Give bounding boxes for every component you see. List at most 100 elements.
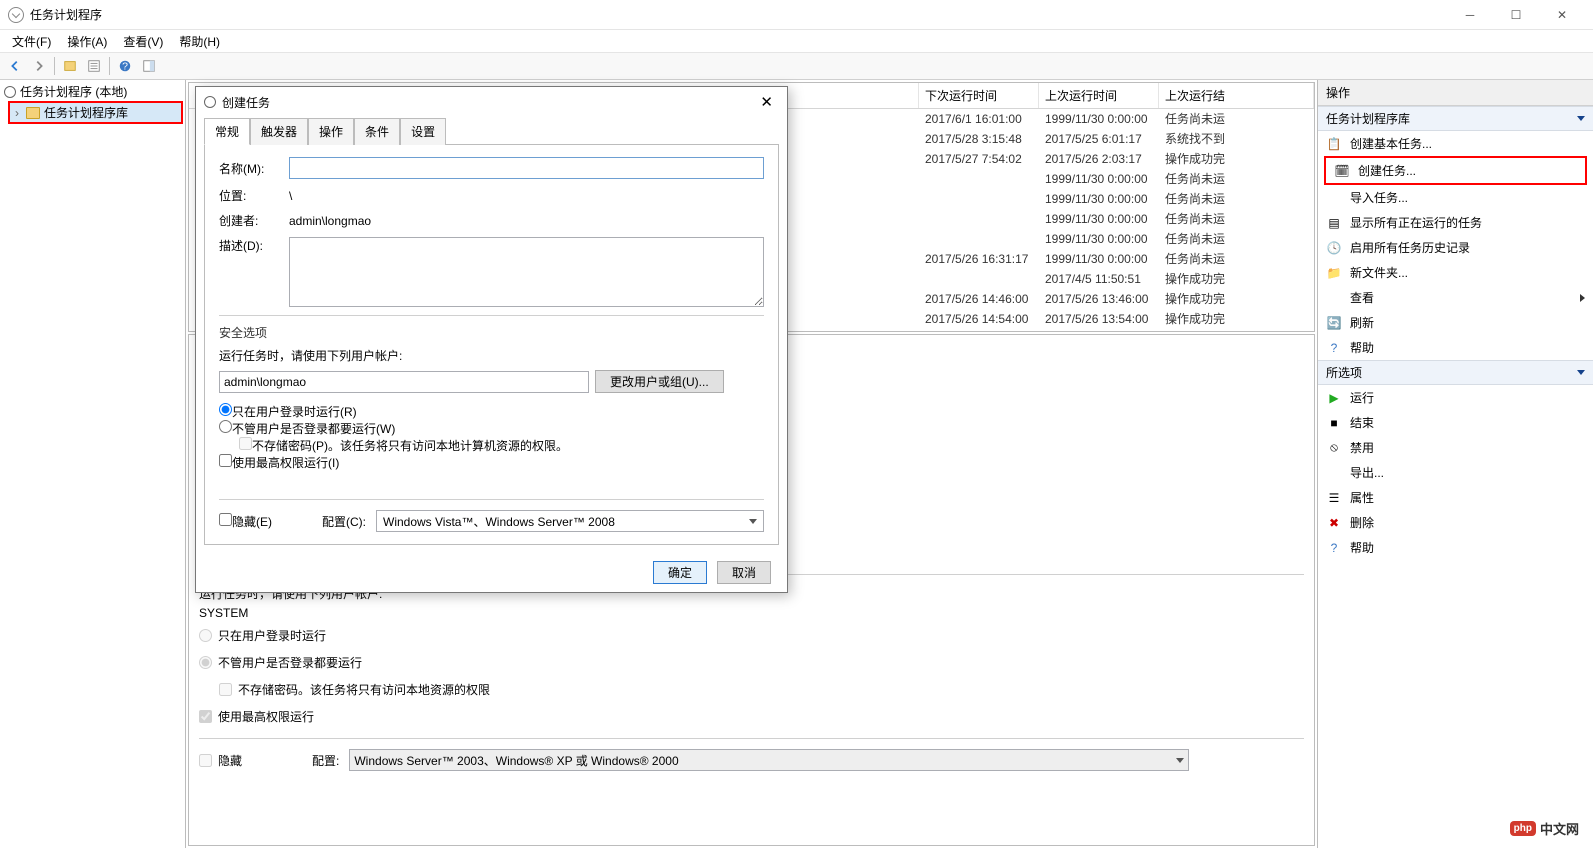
action-export[interactable]: 导出... [1318,460,1593,485]
chevron-up-icon [1577,370,1585,375]
create-task-dialog: 创建任务 ✕ 常规 触发器 操作 条件 设置 名称(M): 位置: \ 创建者: a… [195,86,788,593]
props-button[interactable] [83,55,105,77]
tab-conditions[interactable]: 条件 [354,118,400,145]
security-header: 安全选项 [219,324,764,341]
watermark-badge: php [1510,821,1536,836]
action-new-folder[interactable]: 📁新文件夹... [1318,260,1593,285]
tab-general[interactable]: 常规 [204,118,250,145]
change-user-button[interactable]: 更改用户或组(U)... [595,370,724,393]
disable-icon: ⦸ [1326,440,1342,456]
desc-label: 描述(D): [219,237,279,254]
action-help[interactable]: ?帮助 [1318,335,1593,360]
watermark: php 中文网 [1510,819,1579,838]
ok-button[interactable]: 确定 [653,561,707,584]
action-help2[interactable]: ?帮助 [1318,535,1593,560]
tree-library[interactable]: › 任务计划程序库 [8,101,183,124]
action-import[interactable]: 导入任务... [1318,185,1593,210]
tree-root-label: 任务计划程序 (本地) [20,83,127,100]
action-disable[interactable]: ⦸禁用 [1318,435,1593,460]
detail-r2: 不管用户是否登录都要运行 [199,654,1304,671]
refresh-icon: 🔄 [1326,315,1342,331]
dialog-title: 创建任务 [222,94,270,111]
menu-view[interactable]: 查看(V) [117,31,169,52]
toolbar: ? [0,52,1593,80]
tree-library-label: 任务计划程序库 [44,104,128,121]
chevron-down-icon [749,519,757,524]
menubar: 文件(F) 操作(A) 查看(V) 帮助(H) [0,30,1593,52]
config-combo[interactable]: Windows Vista™、Windows Server™ 2008 [376,510,764,532]
detail-hidden: 隐藏 [218,752,242,769]
play-icon: ▶ [1326,390,1342,406]
minimize-button[interactable]: ─ [1447,0,1493,30]
action-run[interactable]: ▶运行 [1318,385,1593,410]
maximize-button[interactable]: ☐ [1493,0,1539,30]
desc-input[interactable] [289,237,764,307]
back-button[interactable] [4,55,26,77]
clock-icon [204,96,216,108]
action-end[interactable]: ■结束 [1318,410,1593,435]
tab-triggers[interactable]: 触发器 [250,118,308,145]
action-enable-history[interactable]: 🕓启用所有任务历史记录 [1318,235,1593,260]
name-input[interactable] [289,157,764,179]
svg-text:?: ? [122,61,128,73]
folder-icon [26,107,40,119]
config-label: 配置(C): [322,513,366,530]
author-label: 创建者: [219,212,279,229]
action-props[interactable]: ☰属性 [1318,485,1593,510]
titlebar: 任务计划程序 ─ ☐ ✕ [0,0,1593,30]
action-create-task[interactable]: 🗓创建任务... [1324,156,1587,185]
menu-action[interactable]: 操作(A) [61,31,113,52]
cancel-button[interactable]: 取消 [717,561,771,584]
dialog-tabs: 常规 触发器 操作 条件 设置 [196,117,787,144]
task-icon: 📋 [1326,136,1342,152]
radio-logged-on[interactable] [219,403,232,416]
action-view[interactable]: 查看 [1318,285,1593,310]
caret-right-icon [1580,294,1585,302]
check-highest-priv[interactable] [219,454,232,467]
actions-section-library[interactable]: 任务计划程序库 [1318,106,1593,131]
chevron-up-icon [1577,116,1585,121]
help-icon[interactable]: ? [114,55,136,77]
action-show-running[interactable]: ▤显示所有正在运行的任务 [1318,210,1593,235]
actions-header: 操作 [1318,80,1593,106]
stop-icon: ■ [1326,415,1342,431]
detail-config-label: 配置: [312,752,339,769]
nav-tree: 任务计划程序 (本地) › 任务计划程序库 [0,80,186,848]
action-delete[interactable]: ✖删除 [1318,510,1593,535]
delete-icon: ✖ [1326,515,1342,531]
dialog-close-button[interactable]: ✕ [754,91,779,113]
location-label: 位置: [219,187,279,204]
action-refresh[interactable]: 🔄刷新 [1318,310,1593,335]
col-last[interactable]: 上次运行时间 [1039,83,1159,108]
radio-any-login[interactable] [219,420,232,433]
clock-icon [8,7,24,23]
actions-section-selected[interactable]: 所选项 [1318,360,1593,385]
action-create-basic[interactable]: 📋创建基本任务... [1318,131,1593,156]
check-hidden[interactable] [219,513,232,526]
dialog-titlebar: 创建任务 ✕ [196,87,787,117]
props-icon: ☰ [1326,490,1342,506]
dialog-body: 名称(M): 位置: \ 创建者: admin\longmao 描述(D): 安全选… [204,144,779,545]
tree-root[interactable]: 任务计划程序 (本地) [2,82,183,101]
author-value: admin\longmao [289,214,371,228]
menu-file[interactable]: 文件(F) [6,31,57,52]
new-task-icon: 🗓 [1334,163,1350,179]
sidepane-toggle[interactable] [138,55,160,77]
menu-help[interactable]: 帮助(H) [173,31,226,52]
tab-actions[interactable]: 操作 [308,118,354,145]
account-input[interactable] [219,371,589,393]
location-value: \ [289,189,292,203]
forward-button[interactable] [28,55,50,77]
list-icon: ▤ [1326,215,1342,231]
detail-r1: 只在用户登录时运行 [199,627,1304,644]
detail-config-combo: Windows Server™ 2003、Windows® XP 或 Windo… [349,749,1189,771]
col-status[interactable]: 上次运行结 [1159,83,1314,108]
up-button[interactable] [59,55,81,77]
close-button[interactable]: ✕ [1539,0,1585,30]
window-title: 任务计划程序 [30,6,102,23]
name-label: 名称(M): [219,160,279,177]
expand-icon[interactable]: › [12,106,22,120]
security-prompt: 运行任务时，请使用下列用户帐户: [219,347,764,364]
tab-settings[interactable]: 设置 [400,118,446,145]
col-next[interactable]: 下次运行时间 [919,83,1039,108]
